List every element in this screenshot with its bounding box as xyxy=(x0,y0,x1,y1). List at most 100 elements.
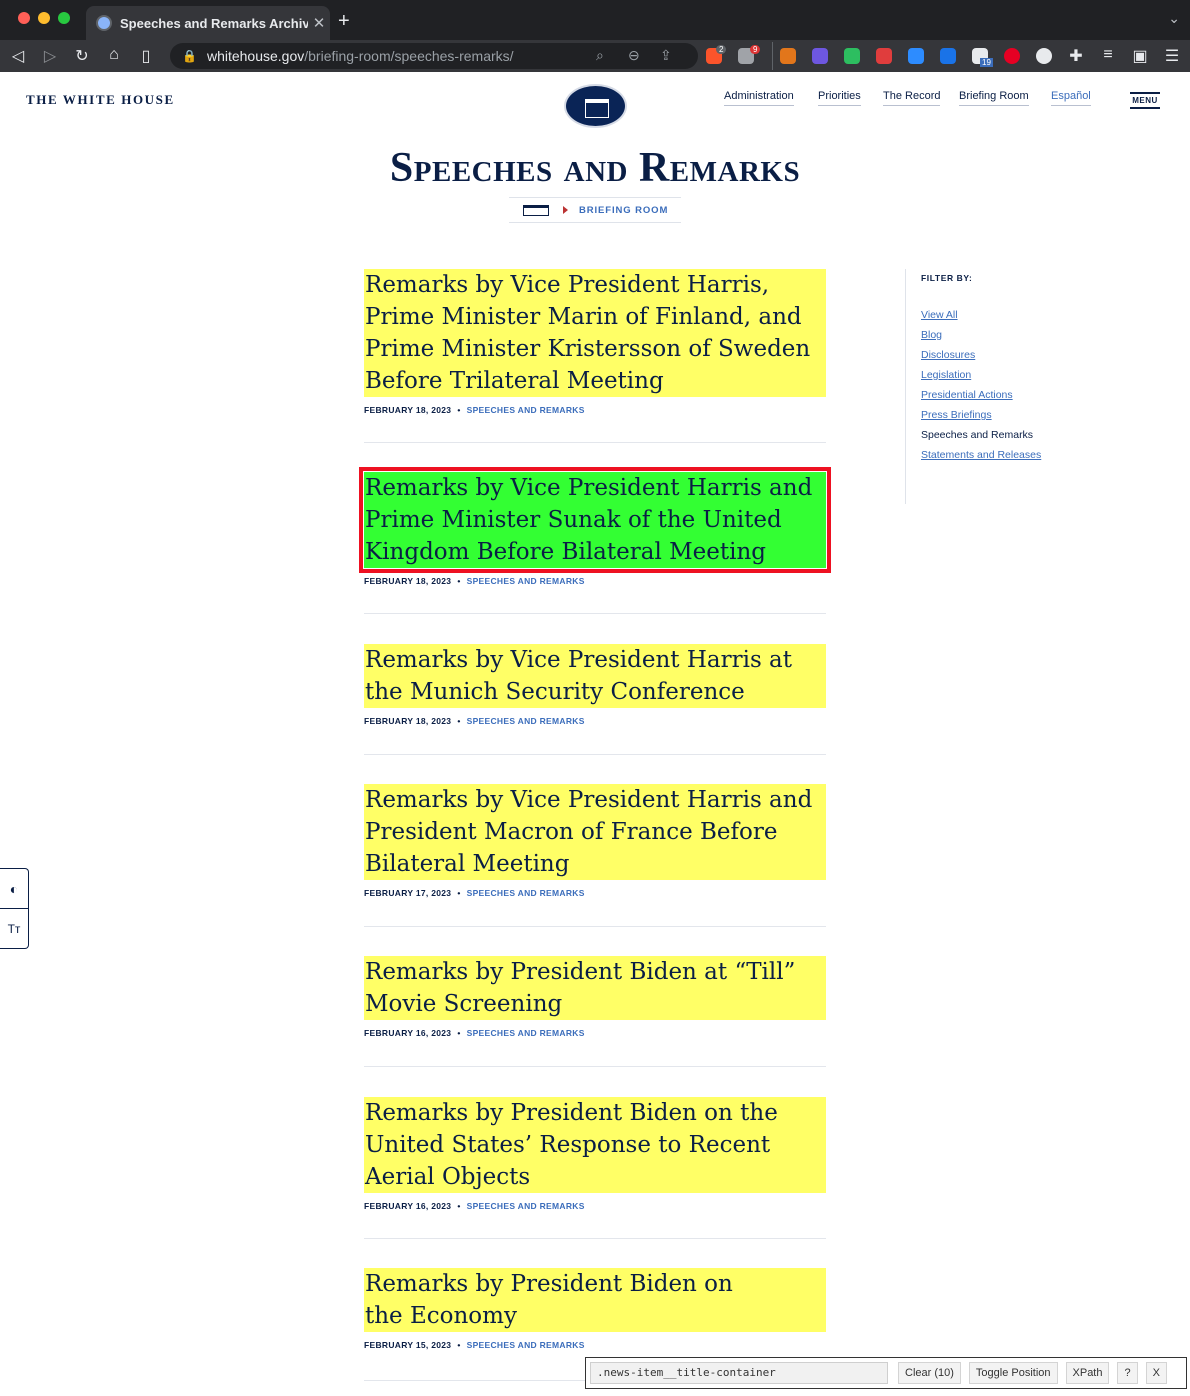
filter-heading: FILTER BY: xyxy=(921,273,973,283)
extension-icon[interactable] xyxy=(812,48,828,64)
news-item-title[interactable]: Remarks by President Biden on the Econom… xyxy=(364,1268,826,1332)
extension-icon[interactable] xyxy=(1036,48,1052,64)
news-item: Remarks by Vice President Harris, Prime … xyxy=(364,269,826,415)
nav-administration[interactable]: Administration xyxy=(724,90,794,106)
filter-sidebar: FILTER BY: View All Blog Disclosures Leg… xyxy=(905,269,1105,504)
news-item-category[interactable]: SPEECHES AND REMARKS xyxy=(467,888,585,898)
news-item-title[interactable]: Remarks by Vice President Harris and Pre… xyxy=(364,784,826,880)
minimize-window-button[interactable] xyxy=(38,12,50,24)
extension-icon[interactable] xyxy=(876,48,892,64)
forward-icon[interactable]: ▷ xyxy=(40,46,60,66)
contrast-toggle-icon[interactable]: ◐ xyxy=(0,869,28,909)
news-item-meta: FEBRUARY 18, 2023 • SPEECHES AND REMARKS xyxy=(364,576,585,586)
filter-legislation[interactable]: Legislation xyxy=(921,369,1105,389)
close-selector-button[interactable]: X xyxy=(1145,1362,1167,1384)
lock-icon: 🔒 xyxy=(182,49,197,63)
xpath-button[interactable]: XPath xyxy=(1065,1362,1110,1384)
filter-statements-and-releases[interactable]: Statements and Releases xyxy=(921,449,1105,469)
ext-badge: 2 xyxy=(716,45,727,54)
news-item-category[interactable]: SPEECHES AND REMARKS xyxy=(467,716,585,726)
pinterest-icon[interactable] xyxy=(1004,48,1020,64)
menu-button[interactable]: MENU xyxy=(1130,92,1160,109)
white-house-seal-icon[interactable] xyxy=(564,84,627,128)
ext-badge: 9 xyxy=(750,45,761,54)
active-tab[interactable]: Speeches and Remarks Archives ✕ xyxy=(86,6,330,40)
page-title: Speeches and Remarks xyxy=(389,145,801,191)
home-icon[interactable]: ⌂ xyxy=(104,46,124,64)
news-item-meta: FEBRUARY 16, 2023 • SPEECHES AND REMARKS xyxy=(364,1028,585,1038)
help-button[interactable]: ? xyxy=(1117,1362,1138,1384)
filter-speeches-and-remarks: Speeches and Remarks xyxy=(921,429,1034,441)
filter-presidential-actions[interactable]: Presidential Actions xyxy=(921,389,1105,409)
divider xyxy=(364,926,826,927)
breadcrumb-arrow-icon xyxy=(563,206,568,214)
new-tab-button[interactable]: + xyxy=(338,10,350,33)
white-house-icon[interactable] xyxy=(523,204,549,216)
news-item-category[interactable]: SPEECHES AND REMARKS xyxy=(467,576,585,586)
news-item-title[interactable]: Remarks by Vice President Harris and Pri… xyxy=(359,467,831,573)
search-icon[interactable]: ⌕ xyxy=(596,47,604,64)
sidebar-icon[interactable]: ▣ xyxy=(1130,46,1150,66)
nav-espanol[interactable]: Español xyxy=(1051,90,1091,106)
share-icon[interactable]: ⇪ xyxy=(660,47,672,64)
zoom-out-icon[interactable]: ⊖ xyxy=(628,47,640,64)
news-item-title[interactable]: Remarks by Vice President Harris at the … xyxy=(364,644,826,708)
site-brand[interactable]: THE WHITE HOUSE xyxy=(26,92,175,108)
news-item-category[interactable]: SPEECHES AND REMARKS xyxy=(467,1340,585,1350)
back-icon[interactable]: ◁ xyxy=(8,46,28,66)
news-item-date: FEBRUARY 16, 2023 xyxy=(364,1028,452,1038)
news-item-category[interactable]: SPEECHES AND REMARKS xyxy=(467,1201,585,1211)
divider xyxy=(364,1066,826,1067)
playlist-icon[interactable]: ≡ xyxy=(1098,46,1118,64)
toggle-position-button[interactable]: Toggle Position xyxy=(968,1362,1058,1384)
reload-icon[interactable]: ↻ xyxy=(72,46,92,66)
nav-briefing-room[interactable]: Briefing Room xyxy=(959,90,1029,106)
news-item-date: FEBRUARY 18, 2023 xyxy=(364,405,452,415)
evernote-icon[interactable] xyxy=(844,48,860,64)
news-item-date: FEBRUARY 18, 2023 xyxy=(364,576,452,586)
news-item-category[interactable]: SPEECHES AND REMARKS xyxy=(467,1028,585,1038)
nav-priorities[interactable]: Priorities xyxy=(818,90,861,106)
bookmark-icon[interactable]: ▯ xyxy=(136,46,156,66)
news-item-title[interactable]: Remarks by President Biden on the United… xyxy=(364,1097,826,1193)
divider xyxy=(364,613,826,614)
news-item-title[interactable]: Remarks by President Biden at “Till” Mov… xyxy=(364,956,826,1020)
news-item-meta: FEBRUARY 15, 2023 • SPEECHES AND REMARKS xyxy=(364,1340,585,1350)
browser-toolbar: ◁ ▷ ↻ ⌂ ▯ 🔒 whitehouse.gov /briefing-roo… xyxy=(0,40,1190,72)
accessibility-toolbar: ◐ Tт xyxy=(0,868,29,949)
news-item-date: FEBRUARY 15, 2023 xyxy=(364,1340,452,1350)
news-item-title[interactable]: Remarks by Vice President Harris, Prime … xyxy=(364,269,826,397)
browser-menu-icon[interactable]: ☰ xyxy=(1162,46,1182,66)
news-item-date: FEBRUARY 17, 2023 xyxy=(364,888,452,898)
zoom-window-button[interactable] xyxy=(58,12,70,24)
favicon-icon xyxy=(96,15,112,31)
filter-disclosures[interactable]: Disclosures xyxy=(921,349,1105,369)
news-item-meta: FEBRUARY 17, 2023 • SPEECHES AND REMARKS xyxy=(364,888,585,898)
selector-toolbar: .news-item__title-container Clear (10) T… xyxy=(585,1357,1187,1389)
breadcrumb: BRIEFING ROOM xyxy=(509,197,681,223)
zoom-icon[interactable] xyxy=(908,48,924,64)
clear-button[interactable]: Clear (10) xyxy=(898,1362,961,1384)
filter-press-briefings[interactable]: Press Briefings xyxy=(921,409,1105,429)
browser-tab-bar: Speeches and Remarks Archives ✕ + ⌄ xyxy=(0,0,1190,40)
nav-the-record[interactable]: The Record xyxy=(883,90,941,106)
metamask-icon[interactable] xyxy=(780,48,796,64)
close-window-button[interactable] xyxy=(18,12,30,24)
news-item-selected: Remarks by Vice President Harris and Pri… xyxy=(359,467,831,586)
news-item-date: FEBRUARY 18, 2023 xyxy=(364,716,452,726)
breadcrumb-briefing-room[interactable]: BRIEFING ROOM xyxy=(579,205,668,216)
ext-badge: 19 xyxy=(980,58,993,67)
text-size-icon[interactable]: Tт xyxy=(0,909,28,949)
url-host: whitehouse.gov xyxy=(206,48,305,64)
news-item-meta: FEBRUARY 18, 2023 • SPEECHES AND REMARKS xyxy=(364,716,585,726)
selector-input[interactable]: .news-item__title-container xyxy=(590,1362,888,1384)
filter-view-all[interactable]: View All xyxy=(921,309,1105,329)
filter-blog[interactable]: Blog xyxy=(921,329,1105,349)
tab-search-icon[interactable]: ⌄ xyxy=(1168,10,1180,27)
news-item-date: FEBRUARY 16, 2023 xyxy=(364,1201,452,1211)
extension-icon[interactable] xyxy=(940,48,956,64)
news-item-category[interactable]: SPEECHES AND REMARKS xyxy=(467,405,585,415)
address-bar[interactable]: 🔒 whitehouse.gov /briefing-room/speeches… xyxy=(170,43,698,69)
close-tab-icon[interactable]: ✕ xyxy=(308,14,330,32)
puzzle-icon[interactable]: ✚ xyxy=(1066,46,1086,66)
